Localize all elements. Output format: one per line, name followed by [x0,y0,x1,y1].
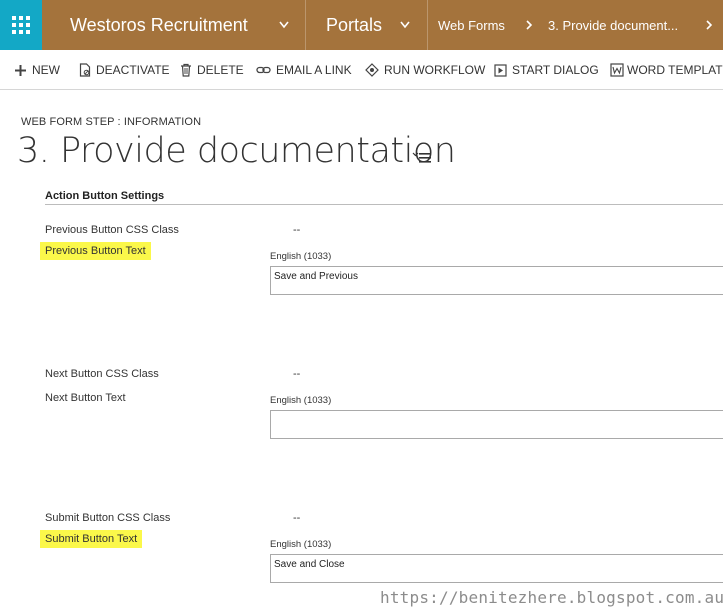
next-language-label: English (1033) [270,395,332,406]
watermark-url: https://benitezhere.blogspot.com.au [380,588,723,607]
section-divider [45,204,723,205]
next-button-text-field[interactable] [270,410,723,439]
command-bar: NEW DEACTIVATE DELETE EMAIL A LINK RUN W… [0,50,723,90]
highlighted-label: Previous Button Text [40,242,151,260]
top-navigation-bar: Westoros Recruitment Portals Web Forms 3… [0,0,723,50]
start-dialog-button[interactable]: START DIALOG [494,50,599,90]
deactivate-button[interactable]: DEACTIVATE [79,50,170,90]
play-icon [494,63,507,77]
document-deactivate-icon [79,63,91,77]
app-name[interactable]: Westoros Recruitment [70,0,248,50]
run-workflow-button[interactable]: RUN WORKFLOW [365,50,485,90]
submit-css-class-value[interactable]: -- [293,512,300,524]
app-launcher-button[interactable] [0,0,42,50]
previous-language-label: English (1033) [270,251,332,262]
submit-language-label: English (1033) [270,539,332,550]
form-selector-button[interactable] [412,150,432,169]
workflow-icon [365,63,379,77]
plus-icon [14,64,27,77]
chevron-down-icon[interactable] [399,20,411,30]
next-css-class-value[interactable]: -- [293,368,300,380]
form-selector-icon [412,152,431,163]
chevron-right-icon[interactable] [704,19,714,31]
previous-button-text-field[interactable]: Save and Previous [270,266,723,295]
area-selector[interactable]: Portals [326,0,382,50]
previous-css-class-value[interactable]: -- [293,224,300,236]
entity-type-label: WEB FORM STEP : INFORMATION [21,116,202,128]
app-launcher-icon [12,16,30,34]
section-title: Action Button Settings [45,190,165,202]
trash-icon [180,63,192,77]
page-title: 3. Provide documentation [17,131,456,171]
link-icon [256,65,271,75]
nav-separator [305,0,306,50]
word-templates-button[interactable]: WORD TEMPLATES [610,50,723,90]
submit-css-class-label: Submit Button CSS Class [45,512,171,524]
highlighted-label: Submit Button Text [40,530,143,548]
submit-button-text-label: Submit Button Text [40,530,143,548]
nav-separator [427,0,428,50]
previous-button-text-label: Previous Button Text [40,242,151,260]
delete-button[interactable]: DELETE [180,50,244,90]
breadcrumb-current-record[interactable]: 3. Provide document... [548,0,678,50]
chevron-down-icon[interactable] [278,20,290,30]
submit-button-text-field[interactable]: Save and Close [270,554,723,583]
new-button[interactable]: NEW [14,50,60,90]
word-icon [610,63,624,77]
chevron-right-icon[interactable] [524,19,534,31]
next-button-text-label: Next Button Text [45,392,126,404]
breadcrumb-web-forms[interactable]: Web Forms [438,0,505,50]
next-css-class-label: Next Button CSS Class [45,368,159,380]
previous-css-class-label: Previous Button CSS Class [45,224,179,236]
email-link-button[interactable]: EMAIL A LINK [256,50,352,90]
